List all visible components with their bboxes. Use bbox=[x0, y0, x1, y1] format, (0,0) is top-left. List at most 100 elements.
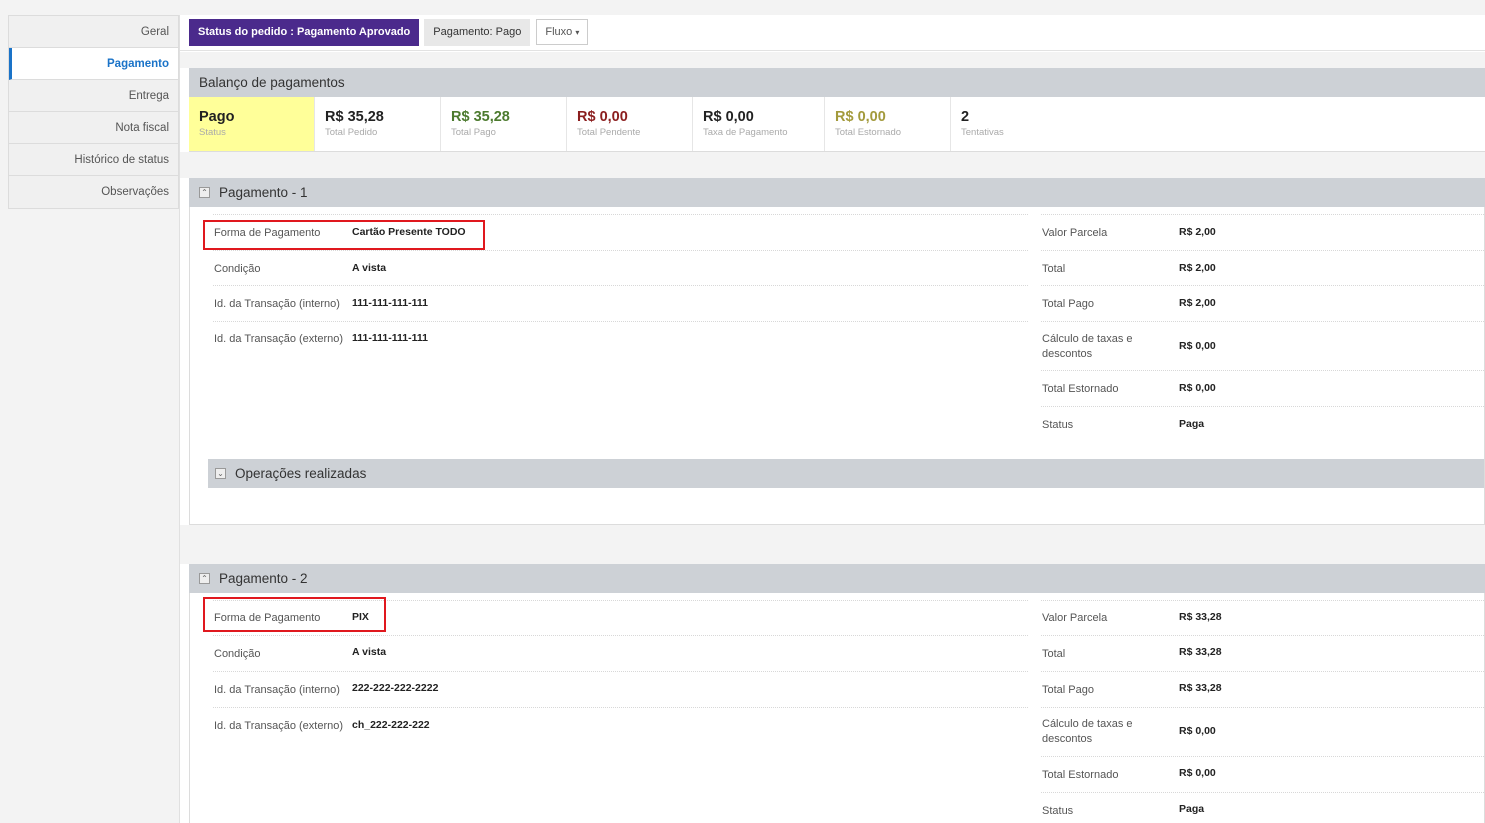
operations-header[interactable]: ⌄ Operações realizadas bbox=[208, 459, 1484, 488]
sidebar-item-pagamento[interactable]: Pagamento bbox=[9, 48, 178, 80]
spacer bbox=[180, 525, 1485, 564]
id-interno-label: Id. da Transação (interno) bbox=[214, 684, 340, 696]
caret-down-icon: ▾ bbox=[575, 28, 580, 37]
flow-dropdown[interactable]: Fluxo ▾ bbox=[536, 19, 589, 45]
toolbar: Status do pedido : Pagamento Aprovado Pa… bbox=[180, 15, 1485, 51]
balance-status-value: Pago bbox=[199, 109, 235, 125]
status-row: Status Paga bbox=[1041, 793, 1485, 823]
condicao-row: Condição A vista bbox=[213, 636, 1028, 672]
condicao-row: Condição A vista bbox=[213, 251, 1028, 286]
status-value: Paga bbox=[1179, 418, 1205, 430]
balance-taxa: R$ 0,00 Taxa de Pagamento bbox=[693, 97, 825, 151]
total-pago-row: Total Pago R$ 33,28 bbox=[1041, 672, 1485, 708]
condicao-label: Condição bbox=[214, 648, 261, 660]
total-pendente-value: R$ 0,00 bbox=[577, 109, 628, 125]
payment-1-title: Pagamento - 1 bbox=[219, 185, 308, 200]
calculo-row: Cálculo de taxas e descontos R$ 0,00 bbox=[1041, 708, 1485, 757]
id-interno-label: Id. da Transação (interno) bbox=[214, 298, 340, 310]
payment-status-button[interactable]: Pagamento: Pago bbox=[424, 19, 531, 46]
total-pedido-value: R$ 35,28 bbox=[325, 109, 384, 125]
total-pago-label: Total Pago bbox=[451, 127, 496, 138]
chevron-double-up-icon[interactable]: ⌃ bbox=[199, 187, 210, 198]
sidebar-item-entrega[interactable]: Entrega bbox=[9, 80, 178, 112]
spacer bbox=[180, 152, 1485, 178]
total-value: R$ 33,28 bbox=[1179, 646, 1222, 658]
total-pago-value: R$ 33,28 bbox=[1179, 682, 1222, 694]
estornado-value: R$ 0,00 bbox=[1179, 382, 1216, 394]
main-content: Status do pedido : Pagamento Aprovado Pa… bbox=[180, 15, 1485, 823]
calculo-label: Cálculo de taxas e descontos bbox=[1042, 333, 1133, 360]
balance-total-pendente: R$ 0,00 Total Pendente bbox=[567, 97, 693, 151]
id-externo-row: Id. da Transação (externo) ch_222-222-22… bbox=[213, 708, 1028, 738]
valor-parcela-label: Valor Parcela bbox=[1042, 612, 1108, 624]
chevron-double-down-icon[interactable]: ⌄ bbox=[215, 468, 226, 479]
total-value: R$ 2,00 bbox=[1179, 262, 1216, 274]
id-externo-value: ch_222-222-222 bbox=[352, 719, 430, 731]
tentativas-label: Tentativas bbox=[961, 127, 1004, 138]
balance-status-label: Status bbox=[199, 127, 226, 138]
payment-1-body: Forma de Pagamento Cartão Presente TODO … bbox=[189, 207, 1485, 525]
estornado-label: Total Estornado bbox=[1042, 383, 1119, 395]
balance-panel: Balanço de pagamentos Pago Status R$ 35,… bbox=[189, 68, 1485, 152]
estornado-row: Total Estornado R$ 0,00 bbox=[1041, 757, 1485, 793]
payment-2-title: Pagamento - 2 bbox=[219, 571, 308, 586]
id-interno-row: Id. da Transação (interno) 222-222-222-2… bbox=[213, 672, 1028, 708]
payment-2-right: Valor Parcela R$ 33,28 Total R$ 33,28 To… bbox=[1041, 601, 1485, 823]
status-value: Paga bbox=[1179, 803, 1205, 815]
flow-dropdown-label: Fluxo bbox=[545, 26, 573, 38]
valor-parcela-row: Valor Parcela R$ 33,28 bbox=[1041, 601, 1485, 636]
valor-parcela-value: R$ 2,00 bbox=[1179, 226, 1216, 238]
total-pago-value: R$ 2,00 bbox=[1179, 297, 1216, 309]
tentativas-value: 2 bbox=[961, 109, 970, 125]
payment-2-header[interactable]: ⌃ Pagamento - 2 bbox=[189, 564, 1485, 593]
total-label: Total bbox=[1042, 263, 1066, 275]
sidebar-item-geral[interactable]: Geral bbox=[9, 16, 178, 48]
estornado-label: Total Estornado bbox=[1042, 769, 1119, 781]
id-externo-label: Id. da Transação (externo) bbox=[214, 720, 344, 732]
total-row: Total R$ 2,00 bbox=[1041, 251, 1485, 286]
total-pago-row: Total Pago R$ 2,00 bbox=[1041, 286, 1485, 322]
status-label: Status bbox=[1042, 805, 1074, 817]
operations-title: Operações realizadas bbox=[235, 466, 367, 481]
calculo-row: Cálculo de taxas e descontos R$ 0,00 bbox=[1041, 322, 1485, 371]
highlight-box bbox=[203, 597, 386, 632]
estornado-row: Total Estornado R$ 0,00 bbox=[1041, 371, 1485, 407]
taxa-label: Taxa de Pagamento bbox=[703, 127, 788, 138]
sidebar: Geral Pagamento Entrega Nota fiscal Hist… bbox=[8, 15, 179, 209]
balance-summary: Pago Status R$ 35,28 Total Pedido R$ 35,… bbox=[189, 97, 1485, 152]
id-interno-value: 222-222-222-2222 bbox=[352, 682, 439, 694]
condicao-label: Condição bbox=[214, 263, 261, 275]
chevron-double-up-icon[interactable]: ⌃ bbox=[199, 573, 210, 584]
balance-status: Pago Status bbox=[189, 97, 315, 151]
valor-parcela-value: R$ 33,28 bbox=[1179, 611, 1222, 623]
total-label: Total bbox=[1042, 648, 1066, 660]
id-externo-value: 111-111-111-111 bbox=[352, 332, 428, 344]
calculo-value: R$ 0,00 bbox=[1179, 725, 1216, 737]
valor-parcela-label: Valor Parcela bbox=[1042, 227, 1108, 239]
total-pendente-label: Total Pendente bbox=[577, 127, 641, 138]
id-interno-row: Id. da Transação (interno) 111-111-111-1… bbox=[213, 286, 1028, 322]
order-status-button[interactable]: Status do pedido : Pagamento Aprovado bbox=[189, 19, 420, 46]
id-externo-row: Id. da Transação (externo) 111-111-111-1… bbox=[213, 322, 1028, 352]
taxa-value: R$ 0,00 bbox=[703, 109, 754, 125]
id-interno-value: 111-111-111-111 bbox=[352, 297, 428, 309]
estornado-label: Total Estornado bbox=[835, 127, 902, 138]
payment-1-panel: ⌃ Pagamento - 1 Forma de Pagamento Cartã… bbox=[189, 178, 1485, 525]
payment-2-body: Forma de Pagamento PIX Condição A vista … bbox=[189, 593, 1485, 823]
balance-title: Balanço de pagamentos bbox=[199, 75, 345, 90]
condicao-value: A vista bbox=[352, 646, 387, 658]
balance-header: Balanço de pagamentos bbox=[189, 68, 1485, 97]
sidebar-item-nota-fiscal[interactable]: Nota fiscal bbox=[9, 112, 178, 144]
estornado-value: R$ 0,00 bbox=[835, 109, 886, 125]
payment-1-header[interactable]: ⌃ Pagamento - 1 bbox=[189, 178, 1485, 207]
total-pedido-label: Total Pedido bbox=[325, 127, 378, 138]
sidebar-item-observacoes[interactable]: Observações bbox=[9, 176, 178, 208]
condicao-value: A vista bbox=[352, 262, 387, 274]
total-pago-label: Total Pago bbox=[1042, 684, 1094, 696]
sidebar-item-historico-status[interactable]: Histórico de status bbox=[9, 144, 178, 176]
highlight-box bbox=[203, 220, 485, 250]
balance-total-pago: R$ 35,28 Total Pago bbox=[441, 97, 567, 151]
calculo-label: Cálculo de taxas e descontos bbox=[1042, 718, 1133, 745]
id-externo-label: Id. da Transação (externo) bbox=[214, 333, 344, 345]
status-label: Status bbox=[1042, 419, 1074, 431]
